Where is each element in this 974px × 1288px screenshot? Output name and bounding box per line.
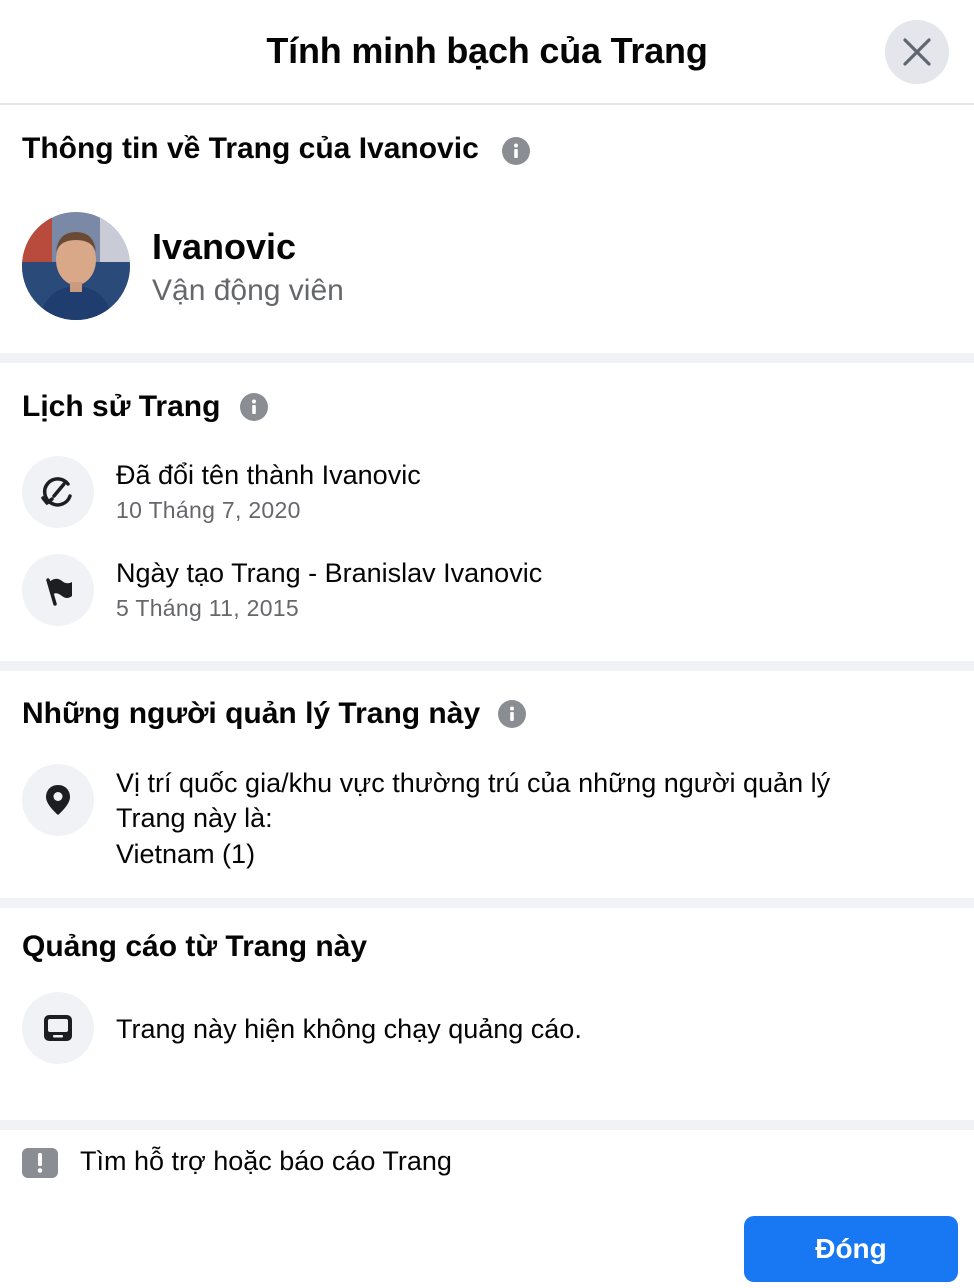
section-divider	[0, 898, 974, 908]
about-section-title: Thông tin về Trang của Ivanovic	[22, 132, 479, 165]
section-divider	[0, 661, 974, 671]
avatar[interactable]	[22, 212, 130, 320]
managers-country: Vietnam (1)	[116, 839, 256, 869]
dialog-title: Tính minh bạch của Trang	[266, 30, 708, 71]
managers-section-title: Những người quản lý Trang này	[22, 697, 481, 730]
managers-location-line: Trang này là:	[116, 803, 273, 833]
report-page-link[interactable]: Tìm hỗ trợ hoặc báo cáo Trang	[80, 1146, 452, 1177]
ads-screen-icon	[44, 1015, 72, 1041]
report-icon	[22, 1148, 58, 1178]
info-glyph	[510, 706, 514, 721]
page-category: Vận động viên	[152, 274, 344, 307]
info-icon[interactable]	[502, 137, 530, 165]
ads-icon-badge	[22, 992, 94, 1064]
profile-photo	[22, 212, 130, 320]
dialog-header: Tính minh bạch của Trang	[0, 0, 974, 105]
page-name: Ivanovic	[152, 226, 297, 267]
location-icon-badge	[22, 764, 94, 836]
ads-section-title: Quảng cáo từ Trang này	[22, 930, 368, 963]
rename-icon	[41, 477, 72, 507]
close-icon	[903, 38, 931, 66]
location-pin-icon	[46, 785, 70, 815]
info-glyph	[252, 399, 256, 414]
flag-icon	[46, 578, 72, 606]
info-icon[interactable]	[498, 700, 526, 728]
managers-location-line: Vị trí quốc gia/khu vực thường trú của n…	[116, 768, 831, 798]
history-item-date: 5 Tháng 11, 2015	[116, 595, 299, 621]
section-divider	[0, 1120, 974, 1130]
history-item-date: 10 Tháng 7, 2020	[116, 497, 301, 523]
history-item-text: Ngày tạo Trang - Branislav Ivanovic	[116, 558, 543, 588]
history-item-text: Đã đổi tên thành Ivanovic	[116, 460, 421, 490]
section-divider	[0, 353, 974, 363]
rename-icon-badge	[22, 456, 94, 528]
flag-icon-badge	[22, 554, 94, 626]
ads-status-text: Trang này hiện không chạy quảng cáo.	[116, 1014, 582, 1044]
info-glyph	[514, 143, 518, 158]
history-section-title: Lịch sử Trang	[22, 390, 221, 423]
exclamation-icon	[37, 1153, 43, 1173]
info-icon[interactable]	[240, 393, 268, 421]
close-button[interactable]	[885, 20, 949, 84]
close-dialog-button[interactable]: Đóng	[744, 1216, 958, 1282]
